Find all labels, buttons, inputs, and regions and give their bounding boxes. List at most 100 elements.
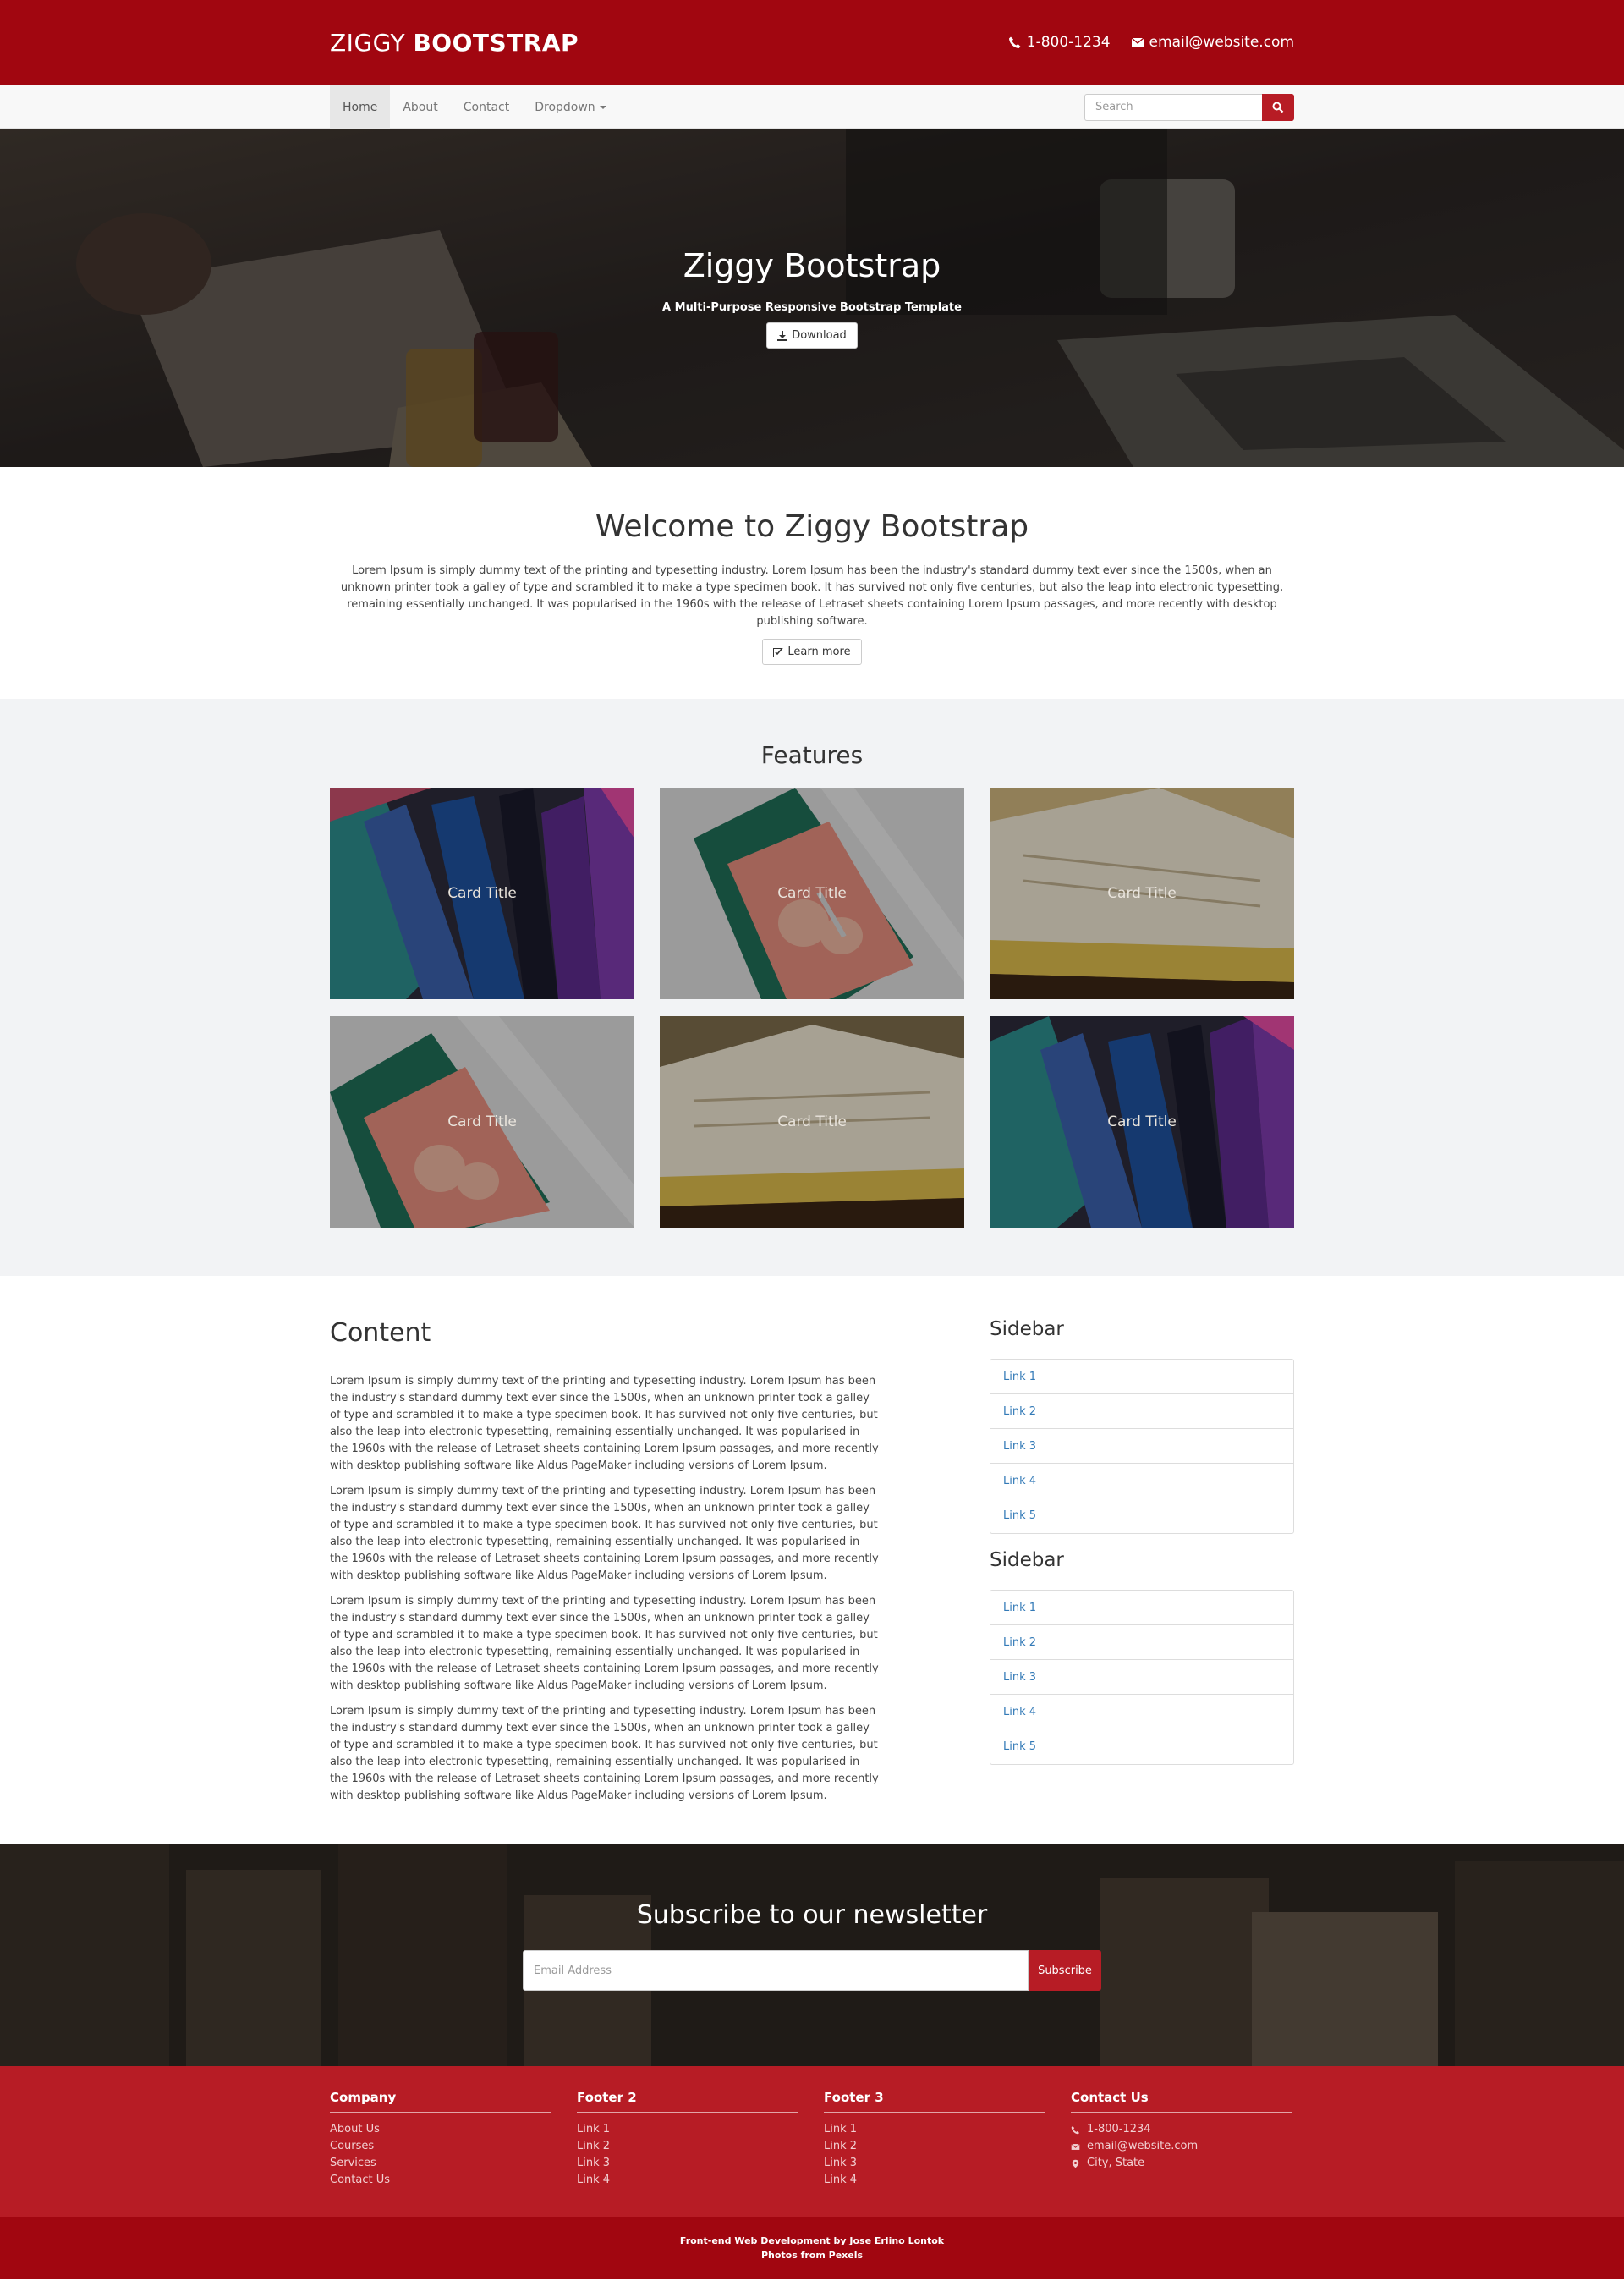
feature-card[interactable]: Card Title <box>990 788 1294 999</box>
download-button[interactable]: Download <box>766 322 858 349</box>
feature-card[interactable]: Card Title <box>660 788 964 999</box>
footer-link[interactable]: Link 2 <box>577 2138 798 2155</box>
content-paragraph: Lorem Ipsum is simply dummy text of the … <box>330 1705 879 1802</box>
nav-menu: Home About Contact Dropdown <box>330 85 619 129</box>
sidebar-title: Sidebar <box>990 1549 1064 1571</box>
brand-light: ZIGGY <box>330 28 406 57</box>
header-email[interactable]: email@website.com <box>1131 34 1294 51</box>
search-button[interactable] <box>1262 93 1294 121</box>
welcome-section: Welcome to Ziggy Bootstrap Lorem Ipsum i… <box>0 467 1624 699</box>
brand-logo[interactable]: ZIGGY BOOTSTRAP <box>330 29 579 57</box>
sidebar-link[interactable]: Link 1 <box>990 1591 1293 1625</box>
footer-link[interactable]: Link 3 <box>824 2155 1045 2172</box>
content-paragraph: Lorem Ipsum is simply dummy text of the … <box>330 1485 879 1582</box>
feature-card[interactable]: Card Title <box>330 788 634 999</box>
footer-link[interactable]: About Us <box>330 2121 551 2138</box>
card-title: Card Title <box>447 885 517 902</box>
learn-more-label: Learn more <box>787 646 851 658</box>
hero-banner: Ziggy Bootstrap A Multi-Purpose Responsi… <box>0 129 1624 467</box>
hero-tagline: A Multi-Purpose Responsive Bootstrap Tem… <box>662 301 962 314</box>
envelope-icon <box>1131 36 1144 49</box>
top-header: ZIGGY BOOTSTRAP 1-800-1234 email@website… <box>0 0 1624 85</box>
subscribe-button[interactable]: Subscribe <box>1029 1950 1101 1991</box>
card-title: Card Title <box>777 885 847 902</box>
footer-link[interactable]: Link 4 <box>824 2172 1045 2189</box>
footer-contact-phone: 1-800-1234 <box>1071 2121 1292 2138</box>
footer-link[interactable]: Link 1 <box>577 2121 798 2138</box>
search-form: Search <box>1084 93 1294 121</box>
envelope-icon <box>1071 2143 1080 2150</box>
footer-phone-text: 1-800-1234 <box>1087 2123 1151 2135</box>
footer-contact-location: City, State <box>1071 2155 1292 2172</box>
footer-link[interactable]: Link 3 <box>577 2155 798 2172</box>
feature-card[interactable]: Card Title <box>660 1016 964 1228</box>
sidebar-link[interactable]: Link 2 <box>990 1625 1293 1660</box>
footer-column-title: Footer 2 <box>577 2090 798 2113</box>
sidebar-link[interactable]: Link 3 <box>990 1660 1293 1695</box>
main-content: Content Lorem Ipsum is simply dummy text… <box>330 1318 880 1813</box>
feature-card[interactable]: Card Title <box>330 1016 634 1228</box>
caret-down-icon <box>599 105 606 109</box>
sidebar-link-list: Link 1 Link 2 Link 3 Link 4 Link 5 <box>990 1359 1294 1534</box>
nav-dropdown-label: Dropdown <box>535 100 595 114</box>
features-title: Features <box>760 741 864 769</box>
header-email-text: email@website.com <box>1149 34 1294 51</box>
sidebar-link[interactable]: Link 5 <box>990 1498 1293 1533</box>
sidebar-link[interactable]: Link 4 <box>990 1695 1293 1729</box>
footer-column-title: Contact Us <box>1071 2090 1292 2113</box>
footer-link[interactable]: Services <box>330 2155 551 2172</box>
content-section: Content Lorem Ipsum is simply dummy text… <box>0 1276 1624 1844</box>
navbar: Home About Contact Dropdown Search <box>0 85 1624 129</box>
phone-icon <box>1008 36 1022 49</box>
sidebar-link[interactable]: Link 2 <box>990 1394 1293 1429</box>
footer-link[interactable]: Link 4 <box>577 2172 798 2189</box>
footer-email-text: email@website.com <box>1087 2140 1199 2152</box>
feature-cards: Card Title Card Title Card Title Card Ti… <box>330 788 1294 1228</box>
sidebar-link[interactable]: Link 5 <box>990 1729 1293 1764</box>
footer-photo-credit[interactable]: Photos from Pexels <box>0 2248 1624 2262</box>
footer-link[interactable]: Link 1 <box>824 2121 1045 2138</box>
card-title: Card Title <box>1107 885 1177 902</box>
search-icon <box>1272 102 1284 113</box>
nav-item-about[interactable]: About <box>390 85 450 129</box>
learn-more-button[interactable]: Learn more <box>762 639 862 665</box>
sidebar-link[interactable]: Link 4 <box>990 1464 1293 1498</box>
feature-card[interactable]: Card Title <box>990 1016 1294 1228</box>
footer-link[interactable]: Contact Us <box>330 2172 551 2189</box>
hero-title: Ziggy Bootstrap <box>683 247 941 284</box>
features-section: Features Card Title Card Title Card Titl… <box>0 699 1624 1276</box>
download-label: Download <box>792 329 847 342</box>
sidebar-link[interactable]: Link 3 <box>990 1429 1293 1464</box>
footer-location-text: City, State <box>1087 2157 1145 2169</box>
welcome-text: Lorem Ipsum is simply dummy text of the … <box>340 564 1284 628</box>
footer-column-title: Footer 3 <box>824 2090 1045 2113</box>
newsletter-title: Subscribe to our newsletter <box>636 1900 988 1930</box>
download-icon <box>777 330 788 341</box>
card-title: Card Title <box>777 1113 847 1130</box>
card-title: Card Title <box>1107 1113 1177 1130</box>
footer: Company About Us Courses Services Contac… <box>0 2066 1624 2217</box>
footer-contact-email[interactable]: email@website.com <box>1071 2138 1292 2155</box>
sidebar-link-list: Link 1 Link 2 Link 3 Link 4 Link 5 <box>990 1590 1294 1765</box>
search-input[interactable]: Search <box>1084 93 1262 121</box>
brand-bold: BOOTSTRAP <box>413 28 579 57</box>
newsletter-section: Subscribe to our newsletter Email Addres… <box>0 1844 1624 2066</box>
header-phone-text: 1-800-1234 <box>1026 34 1111 51</box>
content-paragraph: Lorem Ipsum is simply dummy text of the … <box>330 1375 879 1472</box>
footer-link[interactable]: Link 2 <box>824 2138 1045 2155</box>
footer-bottom-bar: Front-end Web Development by Jose Erlino… <box>0 2217 1624 2279</box>
email-field[interactable]: Email Address <box>523 1950 1029 1991</box>
footer-column: Company About Us Courses Services Contac… <box>330 2090 551 2189</box>
footer-column-title: Company <box>330 2090 551 2113</box>
nav-item-dropdown[interactable]: Dropdown <box>522 85 618 129</box>
card-title: Card Title <box>447 1113 517 1130</box>
newsletter-form: Email Address Subscribe <box>0 1950 1624 1991</box>
footer-link[interactable]: Courses <box>330 2138 551 2155</box>
content-title: Content <box>330 1318 431 1348</box>
content-paragraph: Lorem Ipsum is simply dummy text of the … <box>330 1595 879 1692</box>
sidebar-link[interactable]: Link 1 <box>990 1360 1293 1394</box>
welcome-title: Welcome to Ziggy Bootstrap <box>595 509 1029 544</box>
header-phone[interactable]: 1-800-1234 <box>1008 34 1111 51</box>
nav-item-contact[interactable]: Contact <box>451 85 522 129</box>
nav-item-home[interactable]: Home <box>330 85 391 129</box>
